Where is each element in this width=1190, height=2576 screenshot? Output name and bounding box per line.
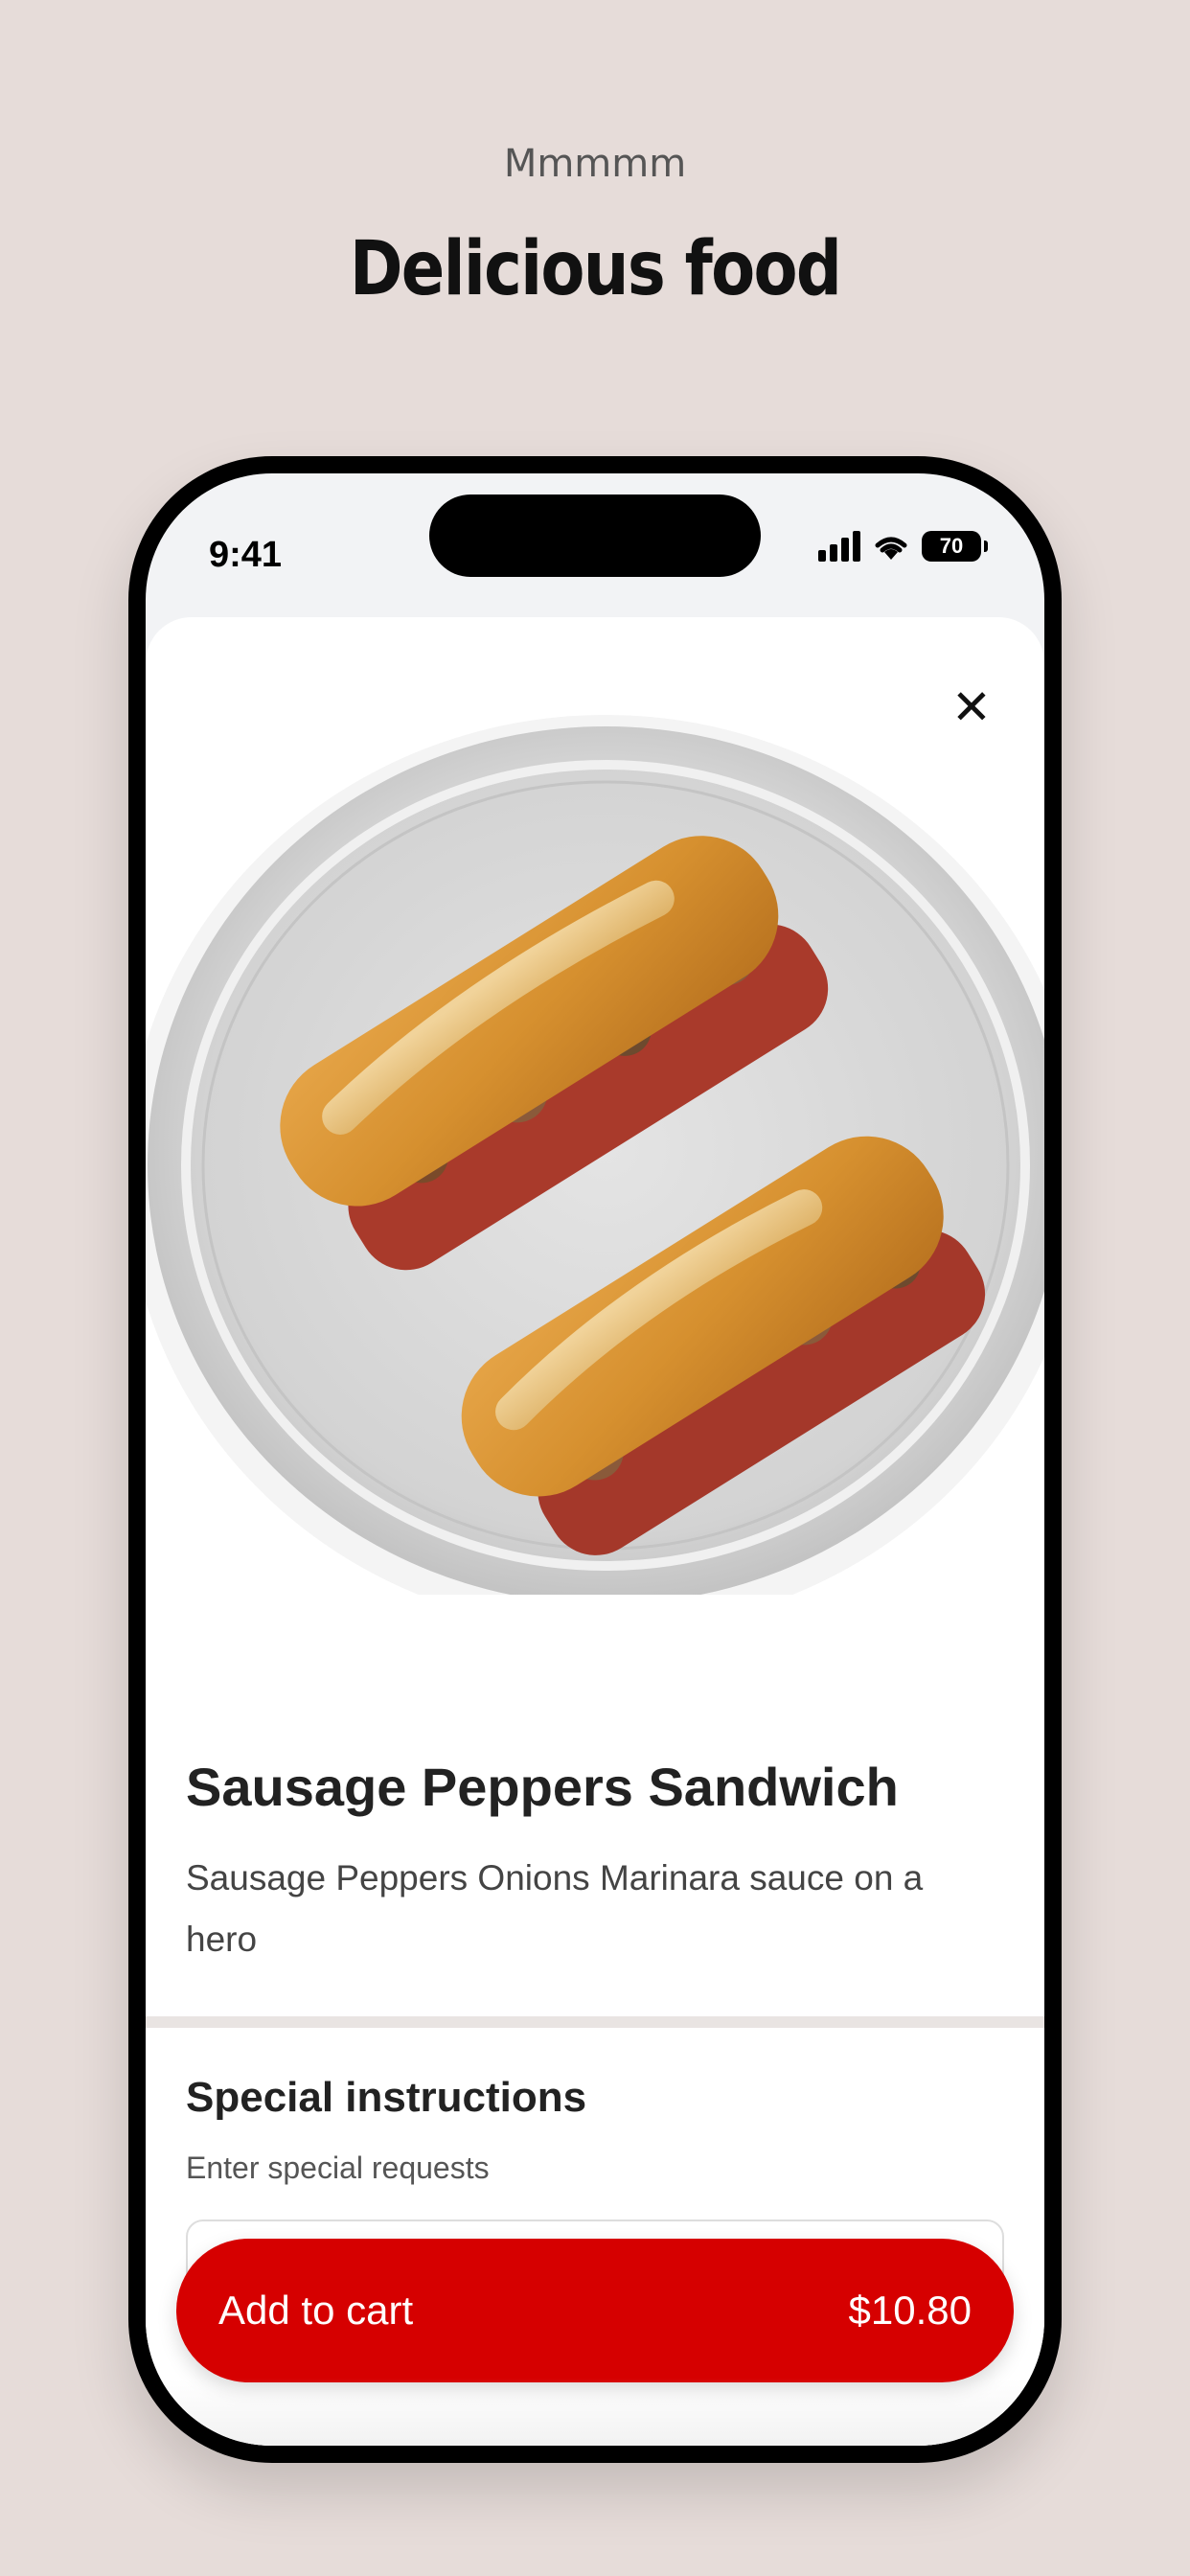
- add-to-cart-price: $10.80: [848, 2288, 972, 2333]
- status-bar: 9:41 70: [146, 473, 1044, 617]
- phone-frame: 9:41 70 ✕ Sausage Peppers Sandwich Sausa…: [128, 456, 1062, 2463]
- special-instructions-title: Special instructions: [186, 2074, 587, 2121]
- item-title: Sausage Peppers Sandwich: [186, 1757, 899, 1817]
- battery-icon: 70: [922, 531, 988, 562]
- dynamic-island: [429, 494, 761, 577]
- add-to-cart-button[interactable]: Add to cart $10.80: [176, 2239, 1014, 2382]
- cellular-signal-icon: [818, 531, 860, 562]
- phone-screen: 9:41 70 ✕ Sausage Peppers Sandwich Sausa…: [146, 473, 1044, 2446]
- special-instructions-subtitle: Enter special requests: [186, 2150, 490, 2185]
- close-icon[interactable]: ✕: [949, 683, 995, 731]
- add-to-cart-label: Add to cart: [218, 2288, 414, 2333]
- item-description: Sausage Peppers Onions Marinara sauce on…: [186, 1858, 924, 1959]
- status-time: 9:41: [209, 535, 283, 575]
- item-detail-sheet: ✕ Sausage Peppers Sandwich Sausage Peppe…: [146, 617, 1044, 2446]
- status-icons: 70: [818, 531, 988, 562]
- sandwich-photo: [146, 715, 1044, 1595]
- banner-headline: Delicious food: [349, 226, 842, 312]
- wifi-icon: [875, 537, 907, 560]
- section-divider: [146, 2016, 1044, 2028]
- bottom-fade: [146, 2379, 1044, 2446]
- banner-eyebrow: Mmmmm: [503, 142, 687, 186]
